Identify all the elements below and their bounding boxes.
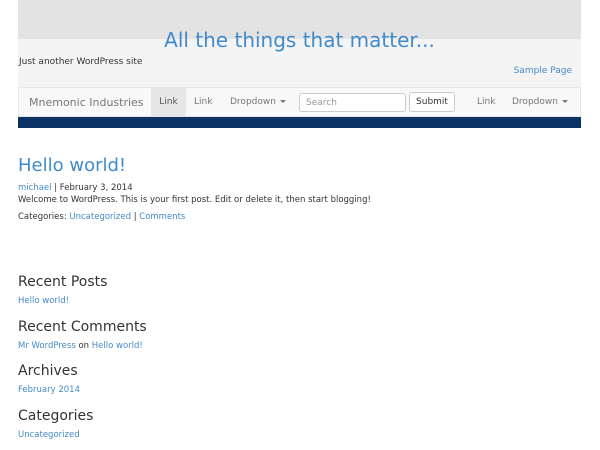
recent-post-link[interactable]: Hello world!: [18, 295, 69, 307]
post-title[interactable]: Hello world!: [18, 154, 126, 178]
sidebar-category-link[interactable]: Uncategorized: [18, 429, 80, 441]
nav-dropdown-1-label: Dropdown: [230, 97, 276, 107]
nav-dropdown-2[interactable]: Dropdown: [504, 88, 576, 116]
category-link[interactable]: Uncategorized: [69, 212, 131, 222]
nav-dropdown-2-label: Dropdown: [512, 97, 558, 107]
post-date: February 3, 2014: [59, 183, 133, 193]
caret-down-icon: [561, 100, 568, 103]
post-meta: michael | February 3, 2014: [18, 182, 133, 194]
meta-separator: |: [54, 183, 58, 193]
archives-heading: Archives: [18, 363, 78, 379]
categories-heading: Categories: [18, 408, 94, 424]
comment-on-text: on: [78, 341, 90, 351]
nav-link-2-label: Link: [194, 97, 213, 107]
nav-link-2[interactable]: Link: [186, 88, 220, 116]
nav-link-3-label: Link: [477, 97, 496, 107]
comment-author-link[interactable]: Mr WordPress: [18, 341, 76, 351]
post-categories: Categories: Uncategorized | Comments: [18, 211, 185, 223]
recent-comment-item: Mr WordPress on Hello world!: [18, 340, 143, 352]
post-author-link[interactable]: michael: [18, 183, 52, 193]
archive-link[interactable]: February 2014: [18, 384, 80, 396]
navbar-brand[interactable]: Mnemonic Industries: [29, 96, 144, 109]
sample-page-link[interactable]: Sample Page: [514, 66, 572, 76]
navbar-underbar: [18, 117, 581, 128]
submit-button[interactable]: Submit: [409, 92, 455, 112]
cats-separator: |: [133, 212, 137, 222]
search-input[interactable]: [299, 93, 406, 112]
post-body: Welcome to WordPress. This is your first…: [18, 195, 371, 205]
nav-link-1-label: Link: [159, 97, 178, 107]
nav-dropdown-1[interactable]: Dropdown: [222, 88, 294, 116]
nav-link-1[interactable]: Link: [151, 88, 186, 116]
categories-label: Categories:: [18, 212, 67, 222]
recent-comments-heading: Recent Comments: [18, 319, 147, 335]
navbar: Mnemonic Industries Link Link Dropdown S…: [18, 87, 581, 117]
site-title[interactable]: All the things that matter...: [18, 28, 581, 52]
recent-posts-heading: Recent Posts: [18, 274, 108, 290]
nav-link-3[interactable]: Link: [469, 88, 503, 116]
comments-link[interactable]: Comments: [139, 212, 185, 222]
site-tagline: Just another WordPress site: [19, 57, 143, 67]
comment-post-link[interactable]: Hello world!: [92, 341, 143, 351]
caret-down-icon: [279, 100, 286, 103]
